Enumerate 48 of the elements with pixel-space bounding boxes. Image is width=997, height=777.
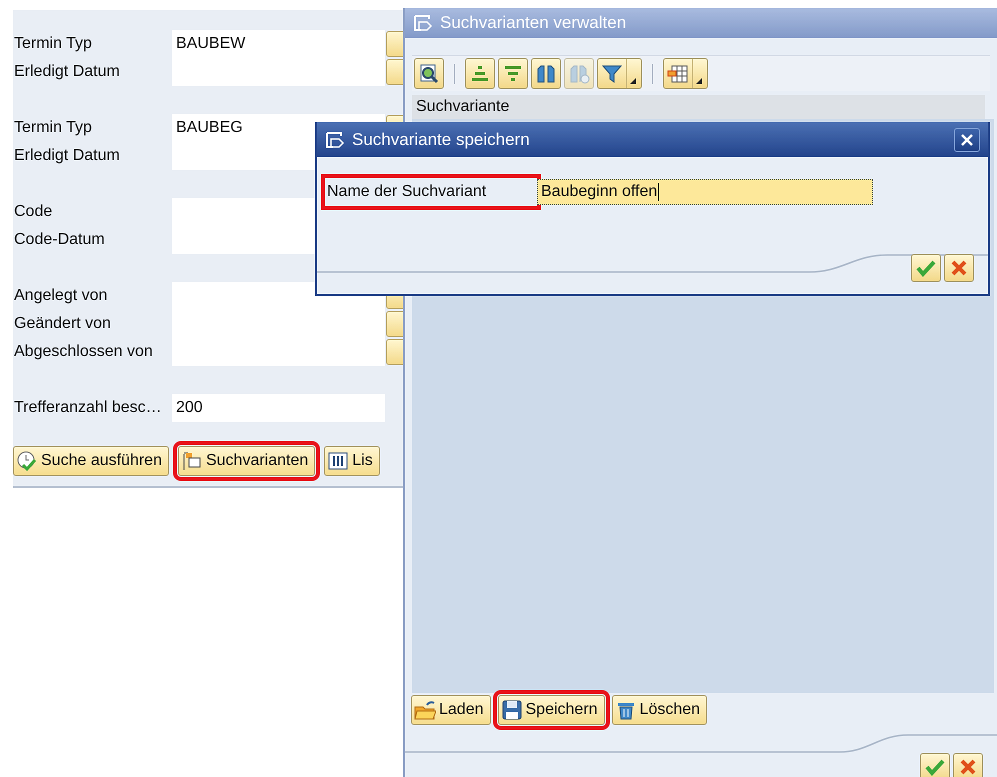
clock-check-icon [16,450,38,472]
field-label: Termin Typ [13,119,93,137]
caret-icon [630,78,636,84]
cancel-button[interactable] [944,254,974,282]
grid-icon [667,62,689,84]
field-label: Erledigt Datum [13,63,121,81]
cross-icon [950,259,968,277]
toolbar-button[interactable] [414,58,444,89]
field-label: Trefferanzahl besc… [13,399,163,417]
filter-icon [601,62,623,84]
input-field[interactable]: 200 [172,394,385,422]
input-field[interactable] [172,58,385,86]
field-label: Angelegt von [13,287,108,305]
columns-icon [327,450,350,472]
confirm-button[interactable] [920,753,950,777]
close-icon [960,132,974,146]
toolbar-button[interactable] [663,58,708,89]
cross-icon [959,758,977,776]
binoculars-plus-icon [568,62,590,84]
close-button[interactable] [954,128,980,152]
folder-icon [414,699,436,721]
field-label: Geändert von [13,315,112,333]
input-field[interactable] [172,338,385,366]
checkmark-icon [925,758,945,776]
toolbar-button[interactable] [531,58,561,89]
window-title: Suchvarianten verwalten [440,13,628,33]
checkmark-icon [916,259,936,277]
toolbar-button[interactable]: Suche ausführen [13,446,169,476]
window-icon [413,14,433,32]
binoculars-icon [535,62,557,84]
column-title: Suchvariante [416,98,510,116]
field-label: Erledigt Datum [13,147,121,165]
toolbar-button[interactable]: Lis [324,446,380,476]
dialog-button[interactable]: Laden [411,695,490,725]
window-icon [325,130,345,148]
field-label: Code [13,203,54,221]
cancel-button[interactable] [953,753,983,777]
field-label: Termin Typ [13,35,93,53]
dialog-button[interactable]: Löschen [612,695,708,725]
field-label: Abgeschlossen von [13,343,154,361]
magnifier-icon [418,62,440,84]
input-field[interactable]: Baubeginn offen [537,179,873,205]
copy-icon [180,450,203,472]
confirm-button[interactable] [911,254,941,282]
toolbar-button[interactable] [597,58,642,89]
caret-icon [696,78,702,84]
field-label: Code-Datum [13,231,106,249]
input-field[interactable]: BAUBEW [172,30,385,58]
